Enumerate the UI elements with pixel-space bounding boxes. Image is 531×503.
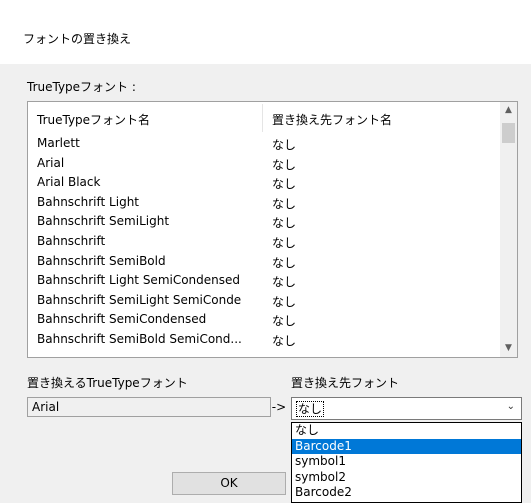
replacement-font-cell: なし	[272, 235, 297, 250]
column-divider[interactable]	[262, 104, 263, 132]
font-name-cell: Bahnschrift SemiCondensed	[37, 312, 207, 327]
table-row[interactable]: Bahnschrift SemiLight なし	[28, 212, 498, 232]
source-font-field: Arial	[27, 397, 271, 417]
dialog-title: フォントの置き換え	[23, 32, 132, 46]
chevron-down-icon[interactable]: ▼	[500, 340, 517, 357]
table-row[interactable]: Bahnschrift SemiLight SemiConde なし	[28, 291, 498, 311]
font-name-cell: Bahnschrift SemiBold	[37, 253, 166, 268]
dropdown-option[interactable]: symbol2	[292, 470, 521, 486]
replacement-font-cell: なし	[272, 157, 297, 172]
table-row[interactable]: Bahnschrift SemiBold なし	[28, 252, 498, 272]
font-name-cell: Arial Black	[37, 175, 101, 190]
font-name-cell: Arial	[37, 155, 65, 170]
list-rows: Marlett なし Arial なし Arial Black なし Bahnschrift…	[28, 134, 498, 350]
replacement-font-cell: なし	[272, 216, 297, 231]
font-name-cell: Bahnschrift	[37, 233, 106, 248]
table-row[interactable]: Bahnschrift Light なし	[28, 193, 498, 213]
replacement-font-cell: なし	[272, 314, 297, 329]
table-row[interactable]: Arial なし	[28, 154, 498, 174]
dropdown-option[interactable]: Barcode1	[292, 438, 521, 455]
title-bar: フォントの置き換え	[0, 0, 531, 64]
target-font-label: 置き換え先フォント	[291, 376, 400, 390]
replacement-font-cell: なし	[272, 196, 297, 211]
font-name-cell: Bahnschrift Light	[37, 194, 139, 209]
font-name-cell: Bahnschrift SemiLight SemiConde	[37, 292, 242, 307]
table-row[interactable]: Arial Black なし	[28, 173, 498, 193]
font-name-cell: Marlett	[37, 136, 80, 150]
target-font-combobox[interactable]: なし ⌄	[291, 397, 522, 420]
ok-button[interactable]: OK	[172, 472, 286, 495]
replacement-font-cell: なし	[272, 333, 297, 348]
list-header: TrueTypeフォント名 置き換え先フォント名	[28, 102, 498, 134]
replacement-font-cell: なし	[272, 138, 297, 152]
font-substitution-dialog: フォントの置き換え TrueTypeフォント : TrueTypeフォント名 置…	[0, 0, 531, 503]
font-name-cell: Bahnschrift Light SemiCondensed	[37, 273, 241, 288]
arrow-label: ->	[271, 400, 287, 414]
dropdown-option[interactable]: symbol1	[292, 454, 521, 470]
target-font-dropdown-list[interactable]: なし Barcode1 symbol1 symbol2 Barcode2	[291, 422, 522, 503]
table-row[interactable]: Bahnschrift Light SemiCondensed なし	[28, 271, 498, 291]
font-list[interactable]: TrueTypeフォント名 置き換え先フォント名 Marlett なし Arial な…	[27, 101, 518, 358]
table-row[interactable]: Marlett なし	[28, 134, 498, 154]
replacement-font-cell: なし	[272, 177, 297, 192]
scrollbar-thumb[interactable]	[502, 123, 515, 143]
truetype-section-label: TrueTypeフォント :	[27, 80, 136, 94]
source-font-label: 置き換えるTrueTypeフォント	[27, 376, 188, 390]
column-header-truetype-name[interactable]: TrueTypeフォント名	[37, 111, 150, 128]
dropdown-option[interactable]: Barcode2	[292, 485, 521, 501]
replacement-font-cell: なし	[272, 275, 297, 290]
list-scrollbar[interactable]: ▲ ▼	[500, 102, 517, 357]
column-header-replacement-name[interactable]: 置き換え先フォント名	[272, 111, 392, 128]
dropdown-option[interactable]: なし	[292, 423, 521, 439]
table-row[interactable]: Bahnschrift SemiBold SemiCond... なし	[28, 330, 498, 350]
chevron-up-icon[interactable]: ▲	[500, 102, 517, 119]
table-row[interactable]: Bahnschrift SemiCondensed なし	[28, 310, 498, 330]
font-name-cell: Bahnschrift SemiLight	[37, 214, 170, 229]
replacement-font-cell: なし	[272, 255, 297, 270]
combobox-value: なし	[296, 401, 325, 417]
font-name-cell: Bahnschrift SemiBold SemiCond...	[37, 331, 242, 346]
chevron-down-icon[interactable]: ⌄	[507, 401, 515, 412]
table-row[interactable]: Bahnschrift なし	[28, 232, 498, 252]
replacement-font-cell: なし	[272, 294, 297, 309]
